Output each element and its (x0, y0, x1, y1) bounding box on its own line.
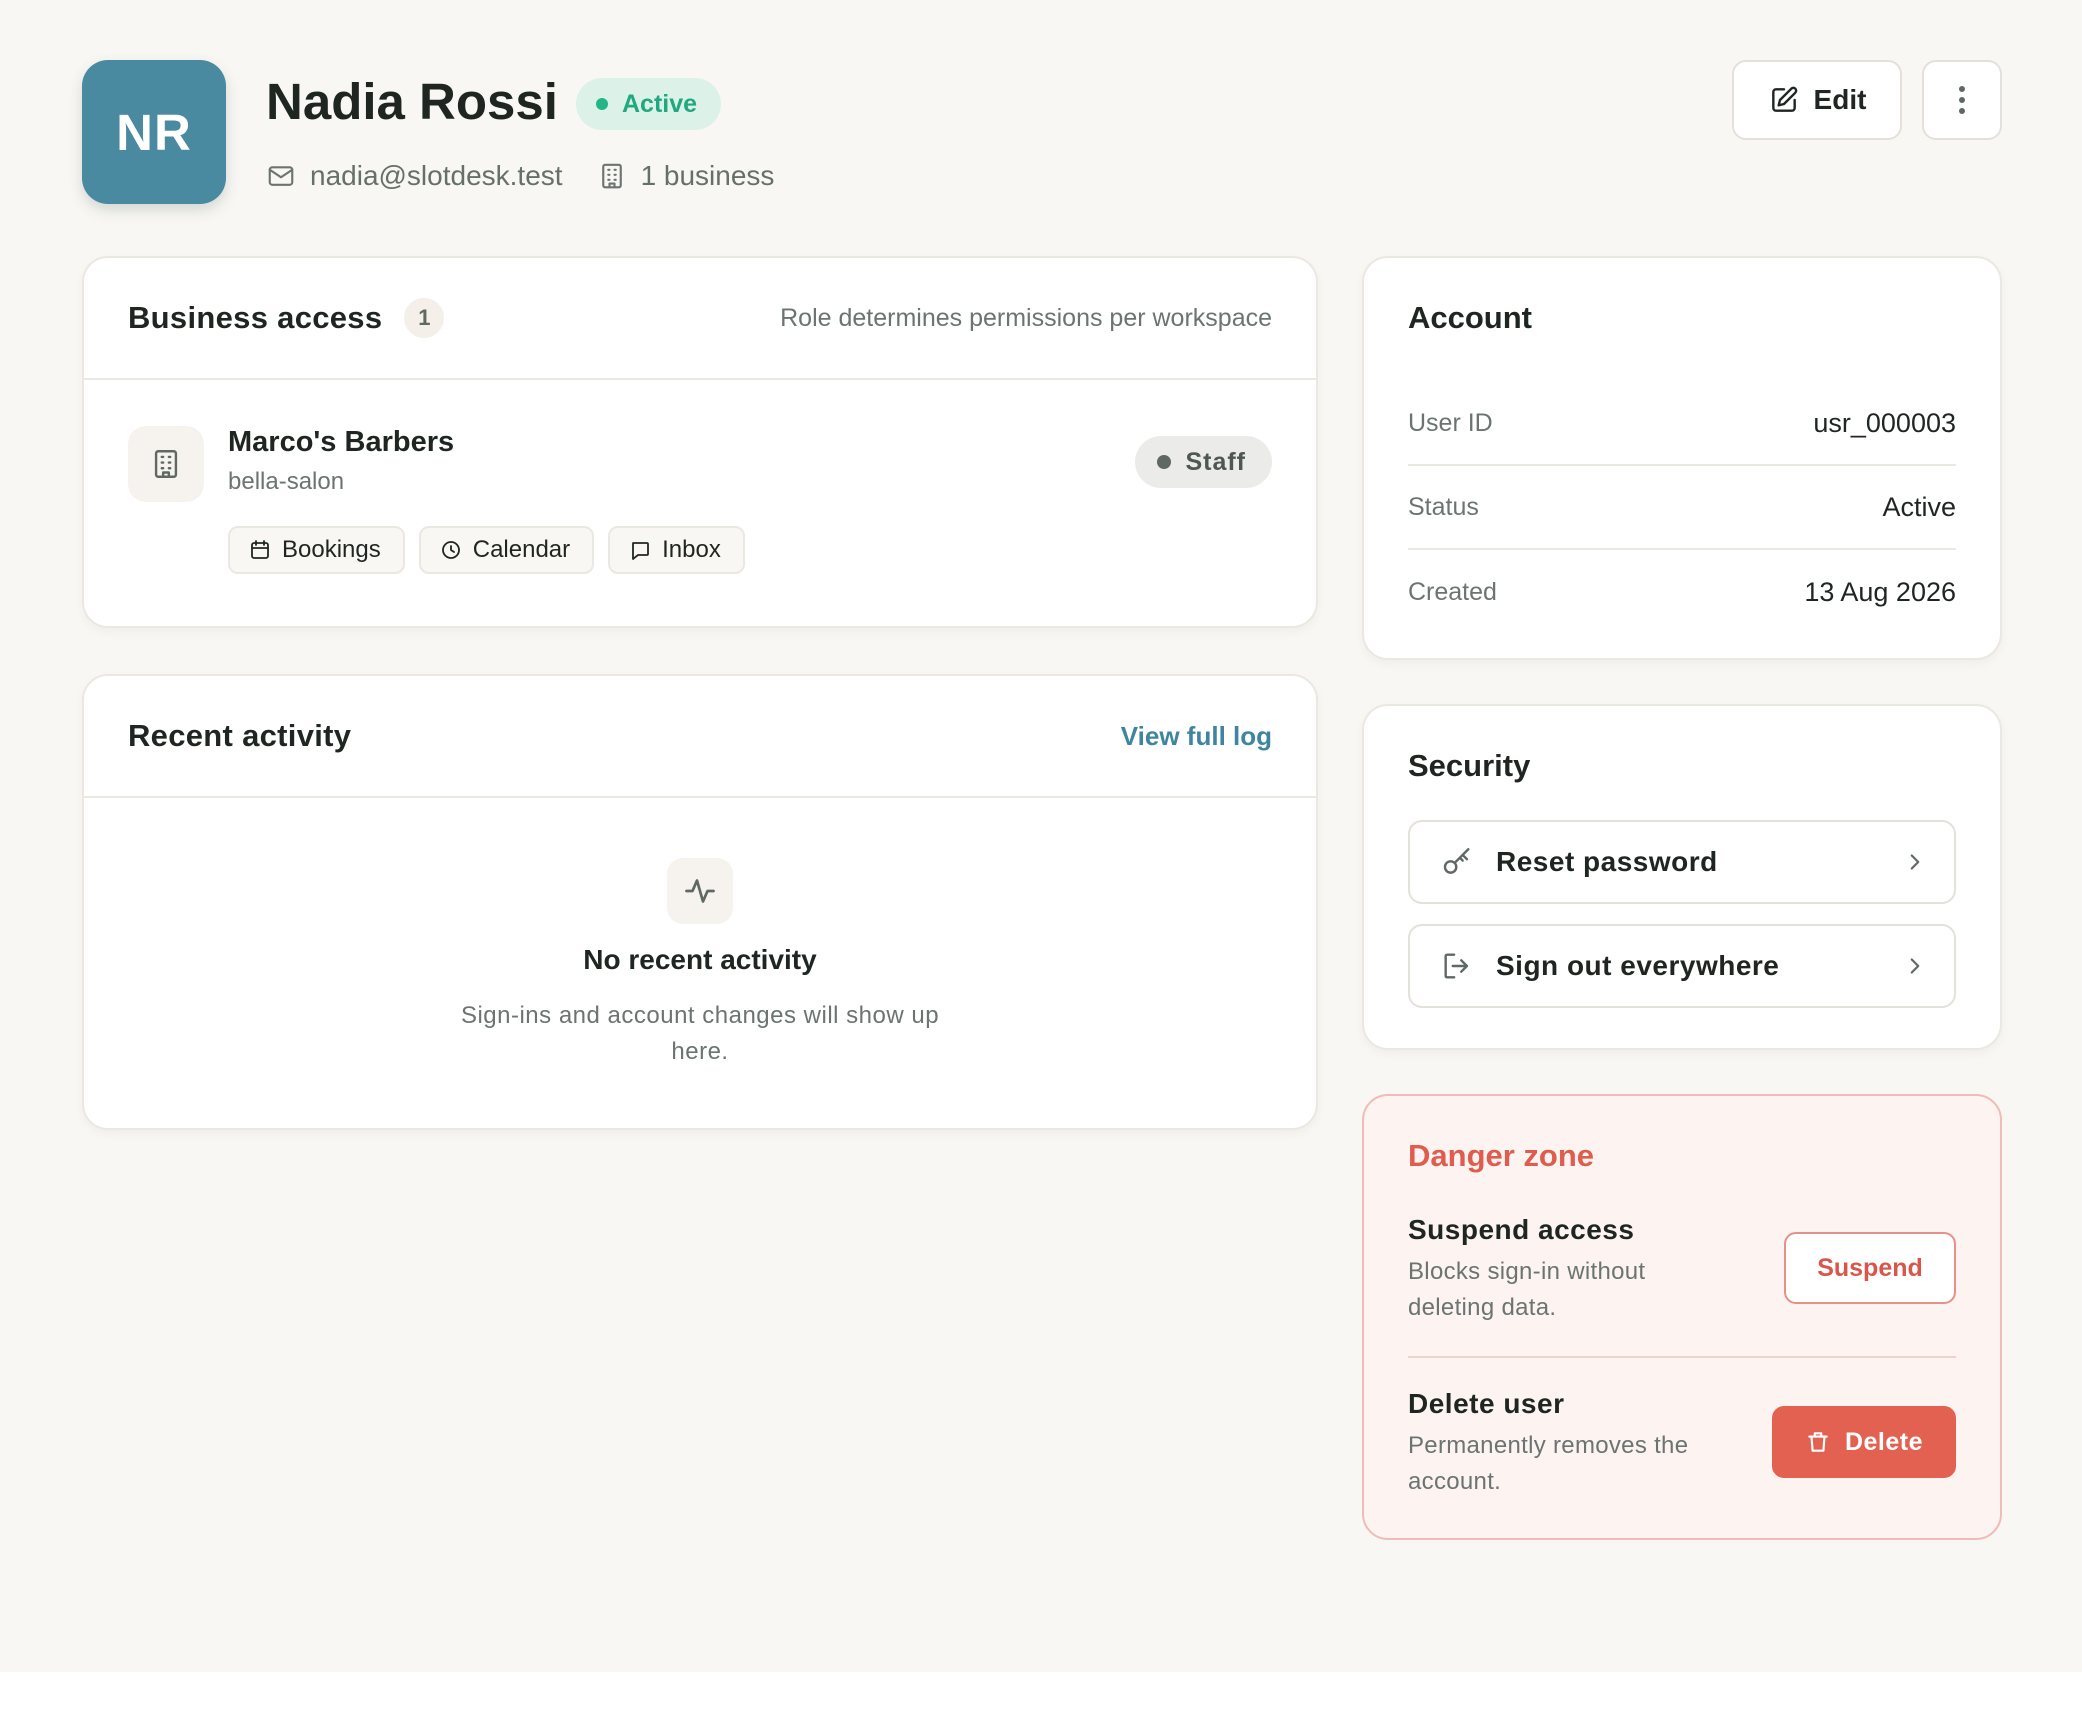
sign-out-icon (1440, 949, 1474, 983)
permission-chip-inbox: Inbox (608, 526, 745, 574)
pencil-square-icon (1768, 84, 1800, 116)
edit-button[interactable]: Edit (1732, 60, 1902, 140)
empty-state-text: Sign-ins and account changes will show u… (460, 1002, 940, 1065)
building-icon (597, 161, 627, 191)
account-row-created: Created 13 Aug 2026 (1408, 550, 1956, 634)
delete-button-label: Delete (1844, 1427, 1924, 1456)
empty-state-title: No recent activity (583, 944, 817, 975)
trash-icon (1805, 1429, 1831, 1455)
permission-chip-calendar: Calendar (418, 526, 595, 574)
account-row-value: usr_000003 (1813, 407, 1956, 438)
delete-button[interactable]: Delete (1772, 1406, 1956, 1478)
user-detail-page: NR Nadia Rossi Active nadia@slotdesk.tes… (0, 0, 2082, 1672)
permission-chip-label: Inbox (662, 536, 721, 563)
business-access-header: Business access 1 Role determines permis… (84, 258, 1316, 380)
danger-zone-title: Danger zone (1408, 1138, 1595, 1173)
business-access-card: Business access 1 Role determines permis… (82, 256, 1318, 628)
mail-icon (266, 161, 296, 191)
business-access-note: Role determines permissions per workspac… (780, 303, 1272, 332)
security-title: Security (1408, 748, 1531, 783)
account-row-label: Status (1408, 492, 1479, 521)
account-title: Account (1408, 300, 1532, 335)
account-details: User ID usr_000003 Status Active Created… (1408, 382, 1956, 634)
recent-activity-header: Recent activity View full log (84, 676, 1316, 798)
role-badge: Staff (1135, 436, 1272, 488)
suspend-button[interactable]: Suspend (1784, 1232, 1956, 1304)
account-row-label: User ID (1408, 408, 1493, 437)
suspend-access-description: Blocks sign-in without deleting data. (1408, 1258, 1646, 1321)
status-badge-label: Active (622, 89, 698, 118)
account-card: Account User ID usr_000003 Status Active… (1362, 256, 2002, 660)
pulse-icon (667, 858, 733, 924)
recent-activity-card: Recent activity View full log No recent … (82, 674, 1318, 1130)
reset-password-label: Reset password (1496, 846, 1718, 877)
user-business-count-text: 1 business (640, 160, 775, 191)
vertical-dots-icon (1956, 84, 1968, 116)
chevron-right-icon (1902, 953, 1928, 979)
account-row-value: 13 Aug 2026 (1804, 576, 1956, 607)
status-badge: Active (576, 78, 722, 130)
user-email-text: nadia@slotdesk.test (310, 160, 563, 191)
role-badge-label: Staff (1185, 447, 1246, 476)
reset-password-button[interactable]: Reset password (1408, 820, 1956, 904)
user-email: nadia@slotdesk.test (266, 160, 563, 192)
empty-state: No recent activity Sign-ins and account … (84, 798, 1316, 1070)
account-row-status: Status Active (1408, 466, 1956, 550)
building-icon (128, 426, 204, 502)
security-card: Security Reset password Sign out everywh… (1362, 704, 2002, 1050)
clock-icon (439, 538, 463, 562)
sign-out-everywhere-label: Sign out everywhere (1496, 950, 1780, 981)
account-row-label: Created (1408, 577, 1497, 606)
account-row-user-id: User ID usr_000003 (1408, 382, 1956, 466)
role-dot (1157, 455, 1172, 469)
permission-chip-bookings: Bookings (228, 526, 405, 574)
account-row-value: Active (1882, 491, 1956, 522)
suspend-access-row: Suspend access Blocks sign-in without de… (1408, 1214, 1956, 1334)
sign-out-everywhere-button[interactable]: Sign out everywhere (1408, 924, 1956, 1008)
business-access-title: Business access (128, 300, 383, 335)
chat-bubble-icon (628, 538, 652, 562)
danger-divider (1408, 1356, 1956, 1358)
view-full-log-link[interactable]: View full log (1121, 721, 1272, 752)
user-business-count: 1 business (597, 160, 775, 192)
avatar: NR (82, 60, 226, 204)
chevron-right-icon (1902, 849, 1928, 875)
edit-button-label: Edit (1813, 84, 1867, 115)
permission-chip-label: Bookings (282, 536, 381, 563)
danger-zone-card: Danger zone Suspend access Blocks sign-i… (1362, 1094, 2002, 1540)
status-dot (596, 98, 608, 110)
delete-user-row: Delete user Permanently removes the acco… (1408, 1388, 1956, 1508)
more-actions-button[interactable] (1922, 60, 2002, 140)
page-title: Nadia Rossi (266, 73, 558, 130)
user-meta: nadia@slotdesk.test 1 business (266, 160, 808, 192)
business-name: Marco's Barbers (228, 426, 455, 458)
permission-chip-label: Calendar (472, 536, 571, 563)
business-count-badge: 1 (404, 298, 445, 338)
calendar-icon (248, 538, 272, 562)
delete-user-description: Permanently removes the account. (1408, 1432, 1689, 1495)
recent-activity-title: Recent activity (128, 718, 352, 753)
key-icon (1440, 845, 1474, 879)
business-slug: bella-salon (228, 468, 345, 495)
business-row[interactable]: Marco's Barbers bella-salon Bookings Cal… (84, 380, 1316, 626)
permission-chips: Bookings Calendar Inbox (228, 526, 745, 574)
